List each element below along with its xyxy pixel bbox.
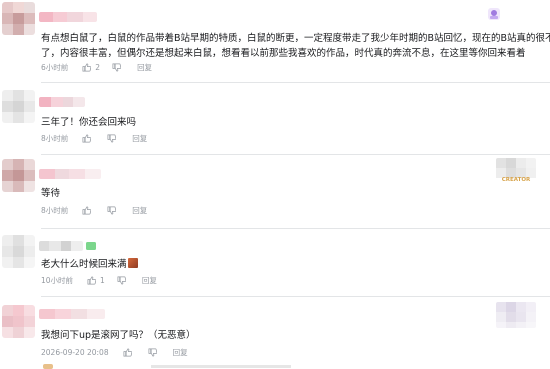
avatar[interactable] (2, 90, 35, 123)
divider (41, 296, 550, 297)
dislike-button[interactable] (148, 348, 161, 357)
comment-text: 三年了！你还会回来吗 (41, 115, 136, 130)
comment-text: 等待 (41, 186, 60, 201)
thumb-up-icon (87, 276, 97, 284)
like-button[interactable] (82, 206, 95, 215)
like-count: 1 (100, 275, 105, 285)
comment-line: 等待 (41, 188, 61, 199)
comment-meta: 8小时前 回复 (41, 204, 147, 216)
thumb-down-icon (112, 63, 122, 71)
divider (41, 228, 550, 229)
thumb-up-icon (82, 206, 92, 214)
comment-line: 了，内容很丰富，但偶尔还是想起来白鼠，想看看以前那些我喜欢的作品，时代真的奔流不… (41, 48, 526, 59)
reply-button[interactable]: 回复 (142, 275, 157, 286)
comment-item: 老大什么时候回来满 10小时前 1 回复 (0, 230, 550, 300)
comment-item: 三年了！你还会回来吗 8小时前 回复 (0, 84, 550, 155)
comment-line-text: 老大什么时候回来满 (41, 259, 127, 270)
like-button[interactable] (82, 134, 95, 143)
comment-line: 我想问下up是滚网了吗？（无恶意） (41, 330, 196, 341)
comment-line: 三年了！你还会回来吗 (41, 117, 137, 128)
thumb-up-icon (82, 134, 92, 142)
comment-decoration-card[interactable] (496, 302, 536, 328)
comment-time: 2026-09-20 20:08 (41, 347, 109, 357)
comment-item: 我想问下up是滚网了吗？（无恶意） 2026-09-20 20:08 回复 (0, 300, 550, 369)
comment-time: 8小时前 (41, 133, 69, 143)
username[interactable] (39, 169, 101, 179)
comment-line: 有点想白鼠了，白鼠的作品带着B站早期的特质，白鼠的断更，一定程度带走了我少年时期… (41, 33, 550, 44)
username[interactable] (39, 97, 85, 107)
avatar[interactable] (2, 235, 35, 268)
avatar[interactable] (2, 2, 35, 35)
comment-meta: 10小时前 1 回复 (41, 274, 157, 286)
divider (41, 82, 550, 83)
avatar[interactable] (2, 159, 35, 192)
thumb-down-icon (148, 348, 157, 356)
reply-button[interactable]: 回复 (132, 205, 147, 216)
dislike-button[interactable] (112, 63, 125, 72)
comment-time: 10小时前 (41, 275, 74, 285)
comment-meta: 6小时前 2 回复 (41, 61, 152, 73)
like-count: 2 (95, 62, 101, 72)
thumb-down-icon (107, 206, 117, 214)
emoji-sticker-icon (127, 258, 138, 268)
thumb-up-icon (123, 348, 132, 356)
like-button[interactable]: 1 (87, 276, 105, 285)
username[interactable] (39, 241, 83, 251)
comment-item: 有点想白鼠了，白鼠的作品带着B站早期的特质，白鼠的断更，一定程度带走了我少年时期… (0, 0, 550, 84)
dislike-button[interactable] (107, 206, 120, 215)
comment-decoration-card[interactable]: CREATOR (496, 158, 536, 184)
reply-button[interactable]: 回复 (173, 347, 188, 358)
level-badge-icon (86, 242, 96, 250)
thumb-up-icon (82, 63, 92, 71)
dislike-button[interactable] (117, 276, 130, 285)
username[interactable] (39, 12, 97, 22)
next-comment-preview (41, 364, 291, 369)
comment-text: 有点想白鼠了，白鼠的作品带着B站早期的特质，白鼠的断更，一定程度带走了我少年时期… (41, 31, 550, 61)
fan-badge-icon (488, 8, 500, 20)
decoration-tag: CREATOR (501, 177, 531, 183)
avatar[interactable] (2, 305, 35, 338)
like-button[interactable]: 2 (82, 63, 100, 72)
dislike-button[interactable] (107, 134, 120, 143)
reply-button[interactable]: 回复 (132, 133, 147, 144)
comment-item: CREATOR 等待 8小时前 回复 (0, 155, 550, 230)
thumb-down-icon (117, 276, 126, 284)
like-button[interactable] (123, 348, 136, 357)
comment-time: 8小时前 (41, 205, 69, 215)
comment-meta: 2026-09-20 20:08 回复 (41, 346, 188, 358)
username[interactable] (39, 309, 105, 319)
comment-line: 老大什么时候回来满 (41, 257, 138, 272)
reply-button[interactable]: 回复 (137, 62, 152, 73)
comment-text: 老大什么时候回来满 (41, 257, 138, 272)
comment-meta: 8小时前 回复 (41, 132, 147, 144)
thumb-down-icon (107, 134, 117, 142)
comment-text: 我想问下up是滚网了吗？（无恶意） (41, 328, 196, 343)
comment-time: 6小时前 (41, 62, 69, 72)
